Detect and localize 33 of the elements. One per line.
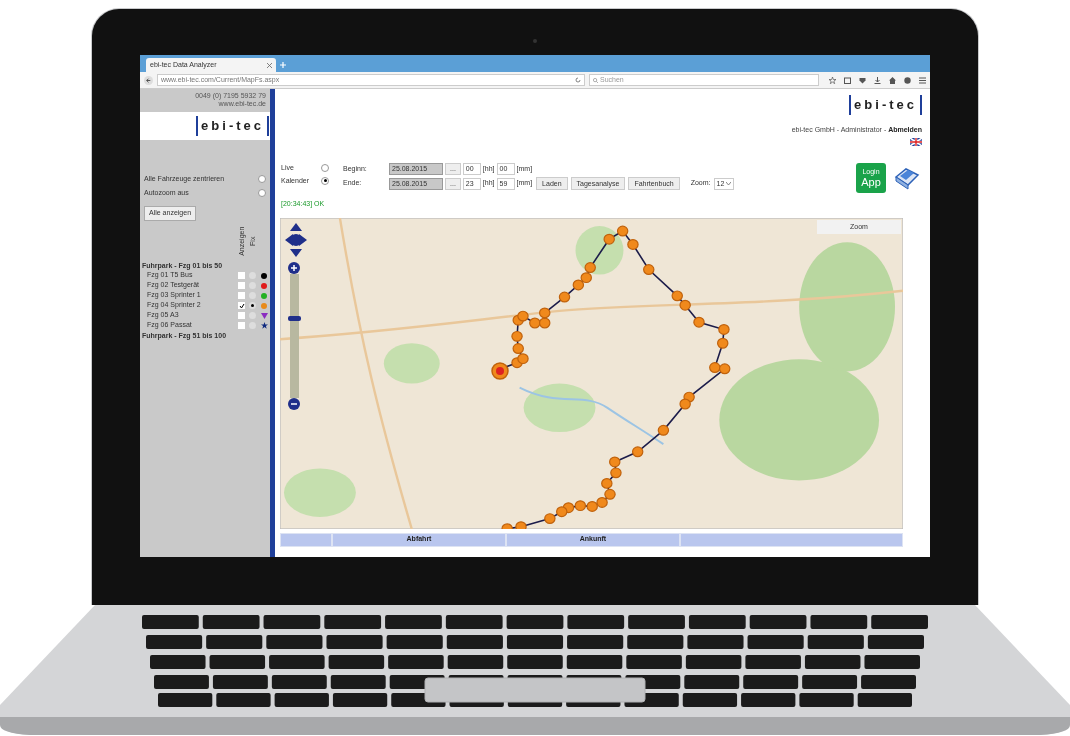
download-icon[interactable] xyxy=(874,76,881,84)
option-radio[interactable] xyxy=(258,175,266,184)
english-flag-icon[interactable] xyxy=(910,137,922,146)
zoom-in-icon[interactable] xyxy=(288,261,300,274)
close-icon[interactable] xyxy=(267,62,272,68)
zoom-out-icon[interactable] xyxy=(288,397,300,410)
show-checkbox[interactable] xyxy=(238,312,245,319)
zoom-slider-thumb[interactable] xyxy=(287,316,301,322)
caret-icon xyxy=(726,182,732,185)
option-radio[interactable] xyxy=(258,188,266,197)
pan-control-icon[interactable] xyxy=(285,222,307,257)
show-checkbox[interactable] xyxy=(238,292,245,299)
show-checkbox[interactable] xyxy=(238,302,245,309)
new-tab-icon[interactable] xyxy=(280,62,286,68)
fix-radio[interactable] xyxy=(249,302,256,309)
shield-icon[interactable] xyxy=(859,76,866,84)
clipboard-icon[interactable] xyxy=(844,76,851,84)
show-checkbox[interactable] xyxy=(238,272,245,279)
company-logo: ebi-tec xyxy=(196,116,269,136)
mode-radio[interactable] xyxy=(321,164,329,173)
show-checkbox[interactable] xyxy=(238,322,245,329)
header-logo: ebi-tec xyxy=(849,95,922,115)
back-icon[interactable] xyxy=(144,75,153,85)
camera-icon xyxy=(533,39,537,43)
search-icon xyxy=(593,77,598,83)
reload-icon[interactable] xyxy=(575,77,581,83)
show-checkbox[interactable] xyxy=(238,282,245,289)
bookmark-star-icon[interactable] xyxy=(829,76,836,84)
mode-radio[interactable] xyxy=(321,176,329,185)
start-marker-icon[interactable] xyxy=(491,361,509,380)
home-icon[interactable] xyxy=(889,76,896,84)
menu-icon[interactable] xyxy=(919,76,926,84)
table-header-cell xyxy=(281,533,331,546)
